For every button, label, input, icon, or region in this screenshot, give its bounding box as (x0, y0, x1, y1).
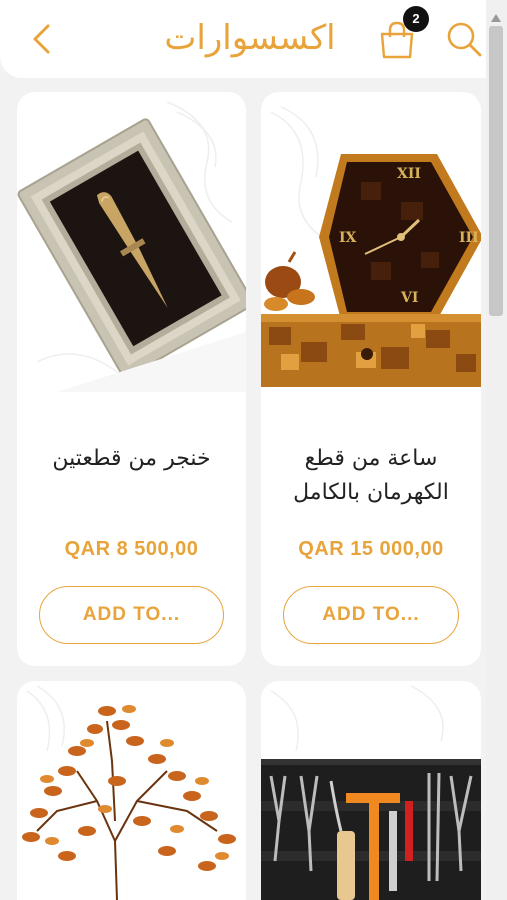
page-title: اكسسوارات (164, 18, 336, 58)
product-card[interactable] (17, 681, 246, 900)
svg-text:VI: VI (400, 290, 418, 306)
chevron-left-icon (33, 24, 50, 54)
cart-count-badge: 2 (403, 6, 429, 32)
app-header: اكسسوارات 2 (0, 0, 507, 78)
scroll-up-arrow[interactable] (490, 8, 502, 22)
svg-text:XII: XII (397, 166, 421, 182)
product-card[interactable]: XII IX III VI ساعة من قطع الكهرمان بالكا… (261, 92, 481, 666)
product-card[interactable]: خنجر من قطعتين QAR 8 500,00 ADD TO... (17, 92, 246, 666)
product-price: QAR 15 000,00 (298, 538, 444, 560)
product-price: QAR 8 500,00 (64, 538, 199, 560)
back-button[interactable] (26, 22, 56, 56)
product-image-amber-clock[interactable]: XII IX III VI (261, 92, 481, 392)
product-name[interactable]: ساعة من قطع الكهرمان بالكامل (271, 442, 471, 510)
search-button[interactable] (445, 20, 483, 58)
product-card[interactable] (261, 681, 481, 900)
product-name[interactable]: خنجر من قطعتين (27, 442, 236, 476)
product-image-tool-kit[interactable] (261, 681, 481, 900)
svg-text:IX: IX (339, 230, 357, 246)
search-icon (447, 22, 482, 57)
product-image-amber-tree[interactable] (17, 681, 246, 900)
add-to-cart-button[interactable]: ADD TO... (283, 586, 459, 644)
scrollbar-thumb[interactable] (489, 26, 503, 316)
product-image-framed-dagger[interactable] (17, 92, 246, 392)
add-to-cart-button[interactable]: ADD TO... (39, 586, 224, 644)
svg-text:III: III (459, 230, 479, 246)
